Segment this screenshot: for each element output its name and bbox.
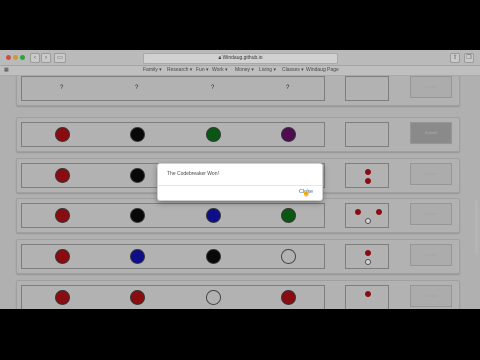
- browser-window: ‹ › ▭ 🔒︎ Windaug.github.io ⇧ ❐ ▦ Family …: [0, 50, 480, 309]
- mouse-cursor-icon: ☝: [302, 190, 311, 197]
- scrollbar[interactable]: [475, 200, 478, 255]
- dialog-divider: [158, 185, 322, 186]
- dialog-message: The Codebreaker Won!: [167, 171, 219, 177]
- win-dialog: The Codebreaker Won! Close: [157, 163, 323, 201]
